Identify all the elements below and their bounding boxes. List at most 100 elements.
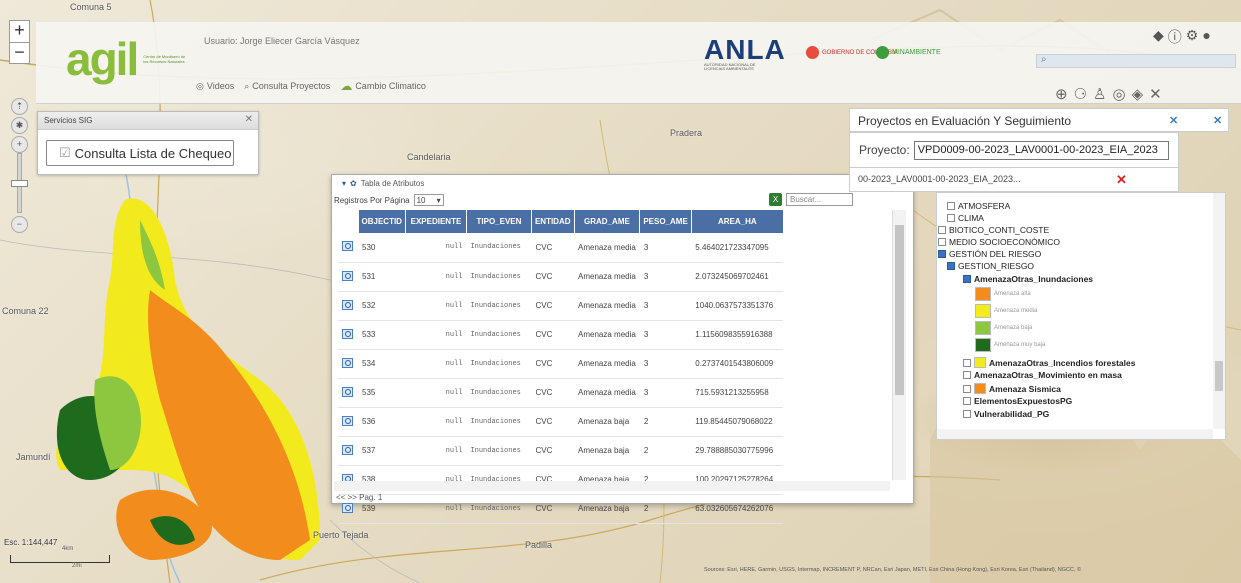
target-icon[interactable]: ◎ [1112, 85, 1125, 103]
checkbox-icon[interactable] [963, 384, 971, 393]
remove-project-icon[interactable]: ✕ [1116, 172, 1127, 188]
table-pager[interactable]: << >> Pag. 1 [336, 493, 382, 502]
agil-logo[interactable]: agil Centro de Monitoreo de los Recursos… [66, 36, 191, 82]
table-row[interactable]: 535 null Inundaciones CVC Amenaza media 3 715.… [338, 378, 784, 408]
full-extent-icon[interactable]: ✱ [11, 117, 28, 134]
nav-cambio-climatico[interactable]: ☁ Cambio Climatico [340, 79, 426, 93]
checkbox-icon[interactable] [947, 214, 955, 222]
collapse-icon[interactable]: ▾ [342, 179, 346, 188]
layer-elementos-expuestos[interactable]: ElementosExpuestosPG [963, 396, 1072, 406]
table-horizontal-scrollbar[interactable] [334, 481, 890, 491]
checkbox-icon[interactable] [938, 226, 946, 234]
gear-icon[interactable]: ✿ [350, 179, 357, 188]
col-tipo-even[interactable]: TIPO_EVEN [466, 210, 532, 233]
zoom-in-button[interactable]: + [10, 21, 29, 42]
layer-biotico[interactable]: BIOTICO_CONTI_COSTE [938, 225, 1049, 235]
header-search-input[interactable]: ⌕ [1036, 54, 1236, 68]
checkbox-checked-icon[interactable] [963, 275, 971, 283]
layer-tree-hscroll[interactable] [937, 429, 1213, 439]
checkbox-icon[interactable] [963, 397, 971, 405]
tag-icon[interactable]: ◆ [1153, 27, 1164, 47]
consulta-lista-chequeo-button[interactable]: ☑ Consulta Lista de Chequeo [46, 140, 234, 166]
col-grad-ame[interactable]: GRAD_AME [574, 210, 641, 233]
zoom-icon[interactable] [342, 357, 353, 368]
table-row[interactable]: 534 null Inundaciones CVC Amenaza media 3 0.27… [338, 349, 784, 379]
table-row[interactable]: 530 null Inundaciones CVC Amenaza media 3 5.46… [338, 233, 784, 263]
close-panel-icon[interactable]: ✕ [1213, 114, 1222, 127]
layer-tree-scroll-thumb[interactable] [1215, 361, 1223, 391]
info-icon[interactable]: ⓘ [1168, 27, 1182, 47]
col-peso-ame[interactable]: PESO_AME [639, 210, 692, 233]
zoom-icon[interactable] [342, 299, 353, 310]
col-expediente[interactable]: EXPEDIENTE [405, 210, 467, 233]
close-icon[interactable]: ✕ [1169, 114, 1178, 127]
zoom-icon[interactable] [342, 328, 353, 339]
zoom-to-row-icon[interactable] [338, 233, 358, 263]
checkbox-checked-icon[interactable] [938, 250, 946, 258]
table-row[interactable]: 539 null Inundaciones CVC Amenaza baja 2 63.03… [338, 494, 784, 524]
layer-amenaza-sismica[interactable]: Amenaza Sismica [963, 383, 1061, 394]
checkbox-icon[interactable] [963, 410, 971, 418]
per-page-select[interactable]: 10 ▾ [413, 194, 444, 206]
table-row[interactable]: 531 null Inundaciones CVC Amenaza media 3 2.07… [338, 262, 784, 292]
layer-medio-socio[interactable]: MEDIO SOCIOECONÓMICO [938, 237, 1060, 247]
zoom-slider-thumb[interactable] [11, 180, 28, 187]
checkbox-icon[interactable] [963, 371, 971, 379]
table-row[interactable]: 532 null Inundaciones CVC Amenaza media 3 1040… [338, 291, 784, 321]
user-icon[interactable]: ● [1202, 27, 1210, 47]
zoom-to-row-icon[interactable] [338, 262, 358, 292]
zoom-icon[interactable] [342, 502, 353, 513]
zoom-icon[interactable] [342, 270, 353, 281]
climate-icon: ☁ [340, 79, 353, 93]
layer-label: BIOTICO_CONTI_COSTE [949, 225, 1050, 235]
layer-amenaza-movimiento[interactable]: AmenazaOtras_Movimiento en masa [963, 370, 1122, 380]
zoom-to-row-icon[interactable] [338, 291, 358, 321]
zoom-to-row-icon[interactable] [338, 349, 358, 379]
settings-icon[interactable]: ⚙ [1186, 27, 1199, 47]
zoom-icon[interactable] [342, 386, 353, 397]
zoom-to-row-icon[interactable] [338, 436, 358, 466]
zoom-out-button[interactable]: − [10, 42, 29, 63]
layers-icon[interactable]: ◈ [1132, 85, 1144, 103]
zoom-icon[interactable] [342, 241, 353, 252]
col-area-ha[interactable]: AREA_ha [691, 210, 784, 233]
layer-tree-vscroll[interactable] [1213, 193, 1225, 429]
checkbox-icon[interactable] [947, 202, 955, 210]
pan-north-icon[interactable]: ⇡ [11, 98, 28, 115]
checkbox-icon[interactable] [963, 358, 971, 367]
globe-icon[interactable]: ⊕ [1055, 85, 1068, 103]
layer-gestion-riesgo-sub[interactable]: GESTION_RIESGO [947, 261, 1034, 271]
zoom-icon[interactable] [342, 415, 353, 426]
layer-amenaza-inundaciones[interactable]: AmenazaOtras_Inundaciones [963, 274, 1093, 284]
col-entidad[interactable]: ENTIDAD [531, 210, 575, 233]
col-objectid[interactable]: OBJECTID [358, 210, 406, 233]
layer-atmosfera[interactable]: ATMOSFERA [947, 201, 1010, 211]
legend-item-baja: Amenaza baja [975, 321, 1032, 335]
table-search-input[interactable]: Buscar... [786, 193, 853, 206]
table-row[interactable]: 533 null Inundaciones CVC Amenaza media 3 1.11… [338, 320, 784, 350]
table-row[interactable]: 536 null Inundaciones CVC Amenaza baja 2 119.8… [338, 407, 784, 437]
cell-entidad: CVC [531, 349, 575, 379]
checkbox-checked-icon[interactable] [947, 262, 955, 270]
table-row[interactable]: 537 null Inundaciones CVC Amenaza baja 2 29.78… [338, 436, 784, 466]
nav-consulta-proyectos[interactable]: ⌕ Consulta Proyectos [244, 79, 330, 93]
checkbox-icon[interactable] [938, 238, 946, 246]
zoom-to-row-icon[interactable] [338, 407, 358, 437]
share-icon[interactable]: ⚆ [1074, 85, 1087, 103]
layer-gestion-riesgo[interactable]: GESTIÓN DEL RIESGO [938, 249, 1041, 259]
excel-export-icon[interactable]: X [769, 193, 782, 206]
zoom-icon[interactable] [342, 444, 353, 455]
person-icon[interactable]: ♙ [1093, 85, 1106, 103]
close-tools-icon[interactable]: ✕ [1149, 85, 1162, 103]
cell-tipo-even: Inundaciones [466, 407, 532, 437]
layer-amenaza-incendios[interactable]: AmenazaOtras_Incendios forestales [963, 357, 1135, 368]
layer-clima[interactable]: CLIMA [947, 213, 984, 223]
project-input[interactable]: VPD0009-00-2023_LAV0001-00-2023_EIA_2023 [913, 140, 1169, 160]
nav-videos[interactable]: ◎ Videos [196, 79, 234, 93]
close-icon[interactable]: ✕ [245, 114, 253, 125]
zoom-to-row-icon[interactable] [338, 320, 358, 350]
zoom-to-row-icon[interactable] [338, 378, 358, 408]
layer-vulnerabilidad[interactable]: Vulnerabilidad_PG [963, 409, 1049, 419]
zoom-minus-icon[interactable]: − [11, 216, 28, 233]
zoom-plus-icon[interactable]: + [11, 136, 28, 153]
